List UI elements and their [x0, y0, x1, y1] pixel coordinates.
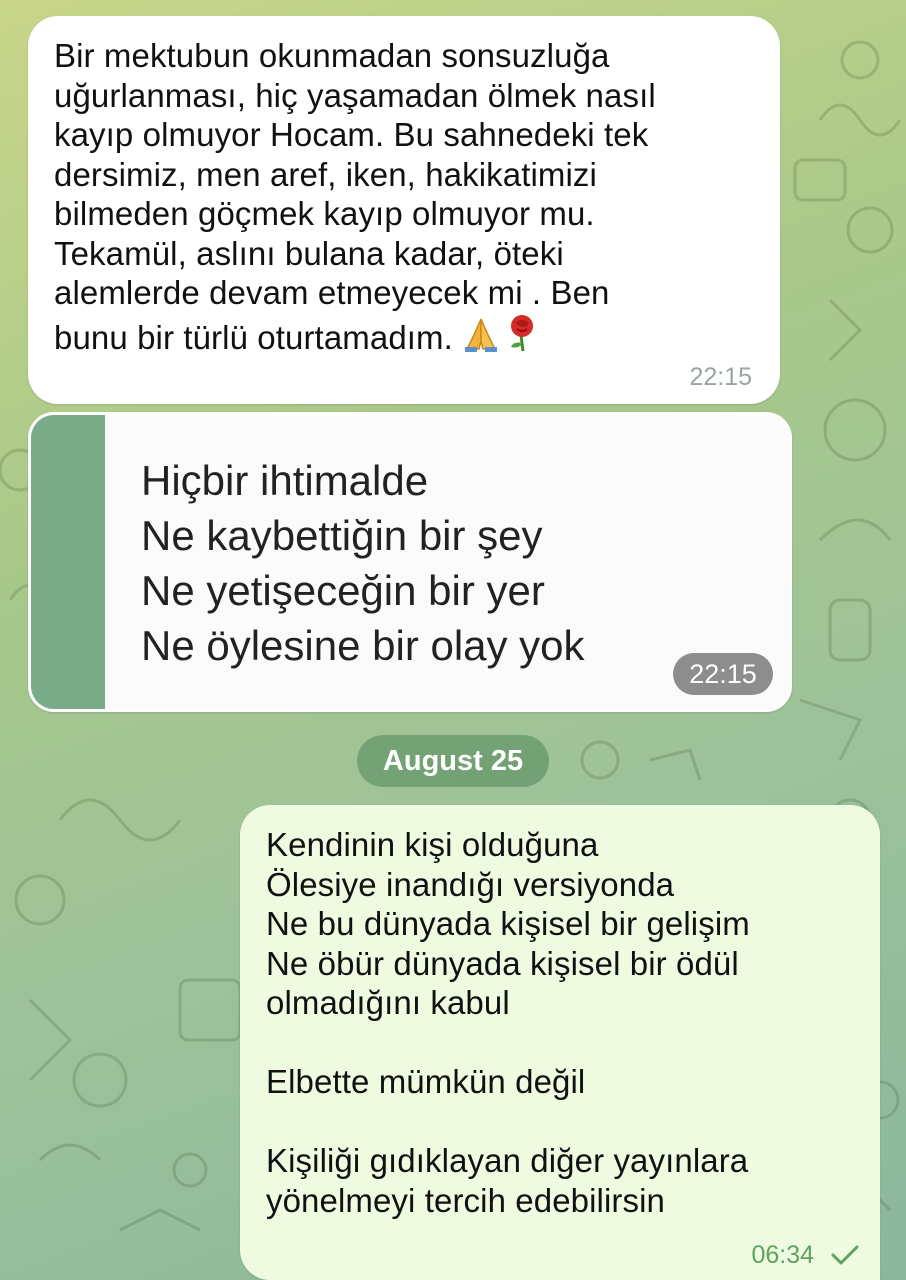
incoming-message-bubble[interactable]: Bir mektubun okunmadan sonsuzluğa uğurla…	[28, 16, 780, 404]
image-text-line: Ne kaybettiğin bir şey	[141, 512, 543, 559]
image-side-strip	[31, 415, 105, 709]
message-text: Bir mektubun okunmadan sonsuzluğa uğurla…	[54, 37, 656, 356]
folded-hands-icon	[461, 315, 501, 358]
message-time: 22:15	[689, 363, 752, 391]
date-separator: August 25	[357, 735, 549, 787]
image-text-line: Ne yetişeceğin bir yer	[141, 567, 545, 614]
image-text-line: Ne öylesine bir olay yok	[141, 622, 585, 669]
outgoing-message-bubble[interactable]: Kendinin kişi olduğuna Ölesiye inandığı …	[240, 805, 880, 1280]
incoming-image-message[interactable]: Hiçbir ihtimalde Ne kaybettiğin bir şey …	[28, 412, 792, 712]
message-text: Kendinin kişi olduğuna Ölesiye inandığı …	[266, 826, 750, 1219]
check-icon	[831, 1245, 859, 1265]
image-time-badge: 22:15	[673, 653, 773, 695]
image-text-line: Hiçbir ihtimalde	[141, 457, 429, 504]
message-time: 06:34	[751, 1241, 814, 1269]
rose-icon	[503, 313, 543, 358]
